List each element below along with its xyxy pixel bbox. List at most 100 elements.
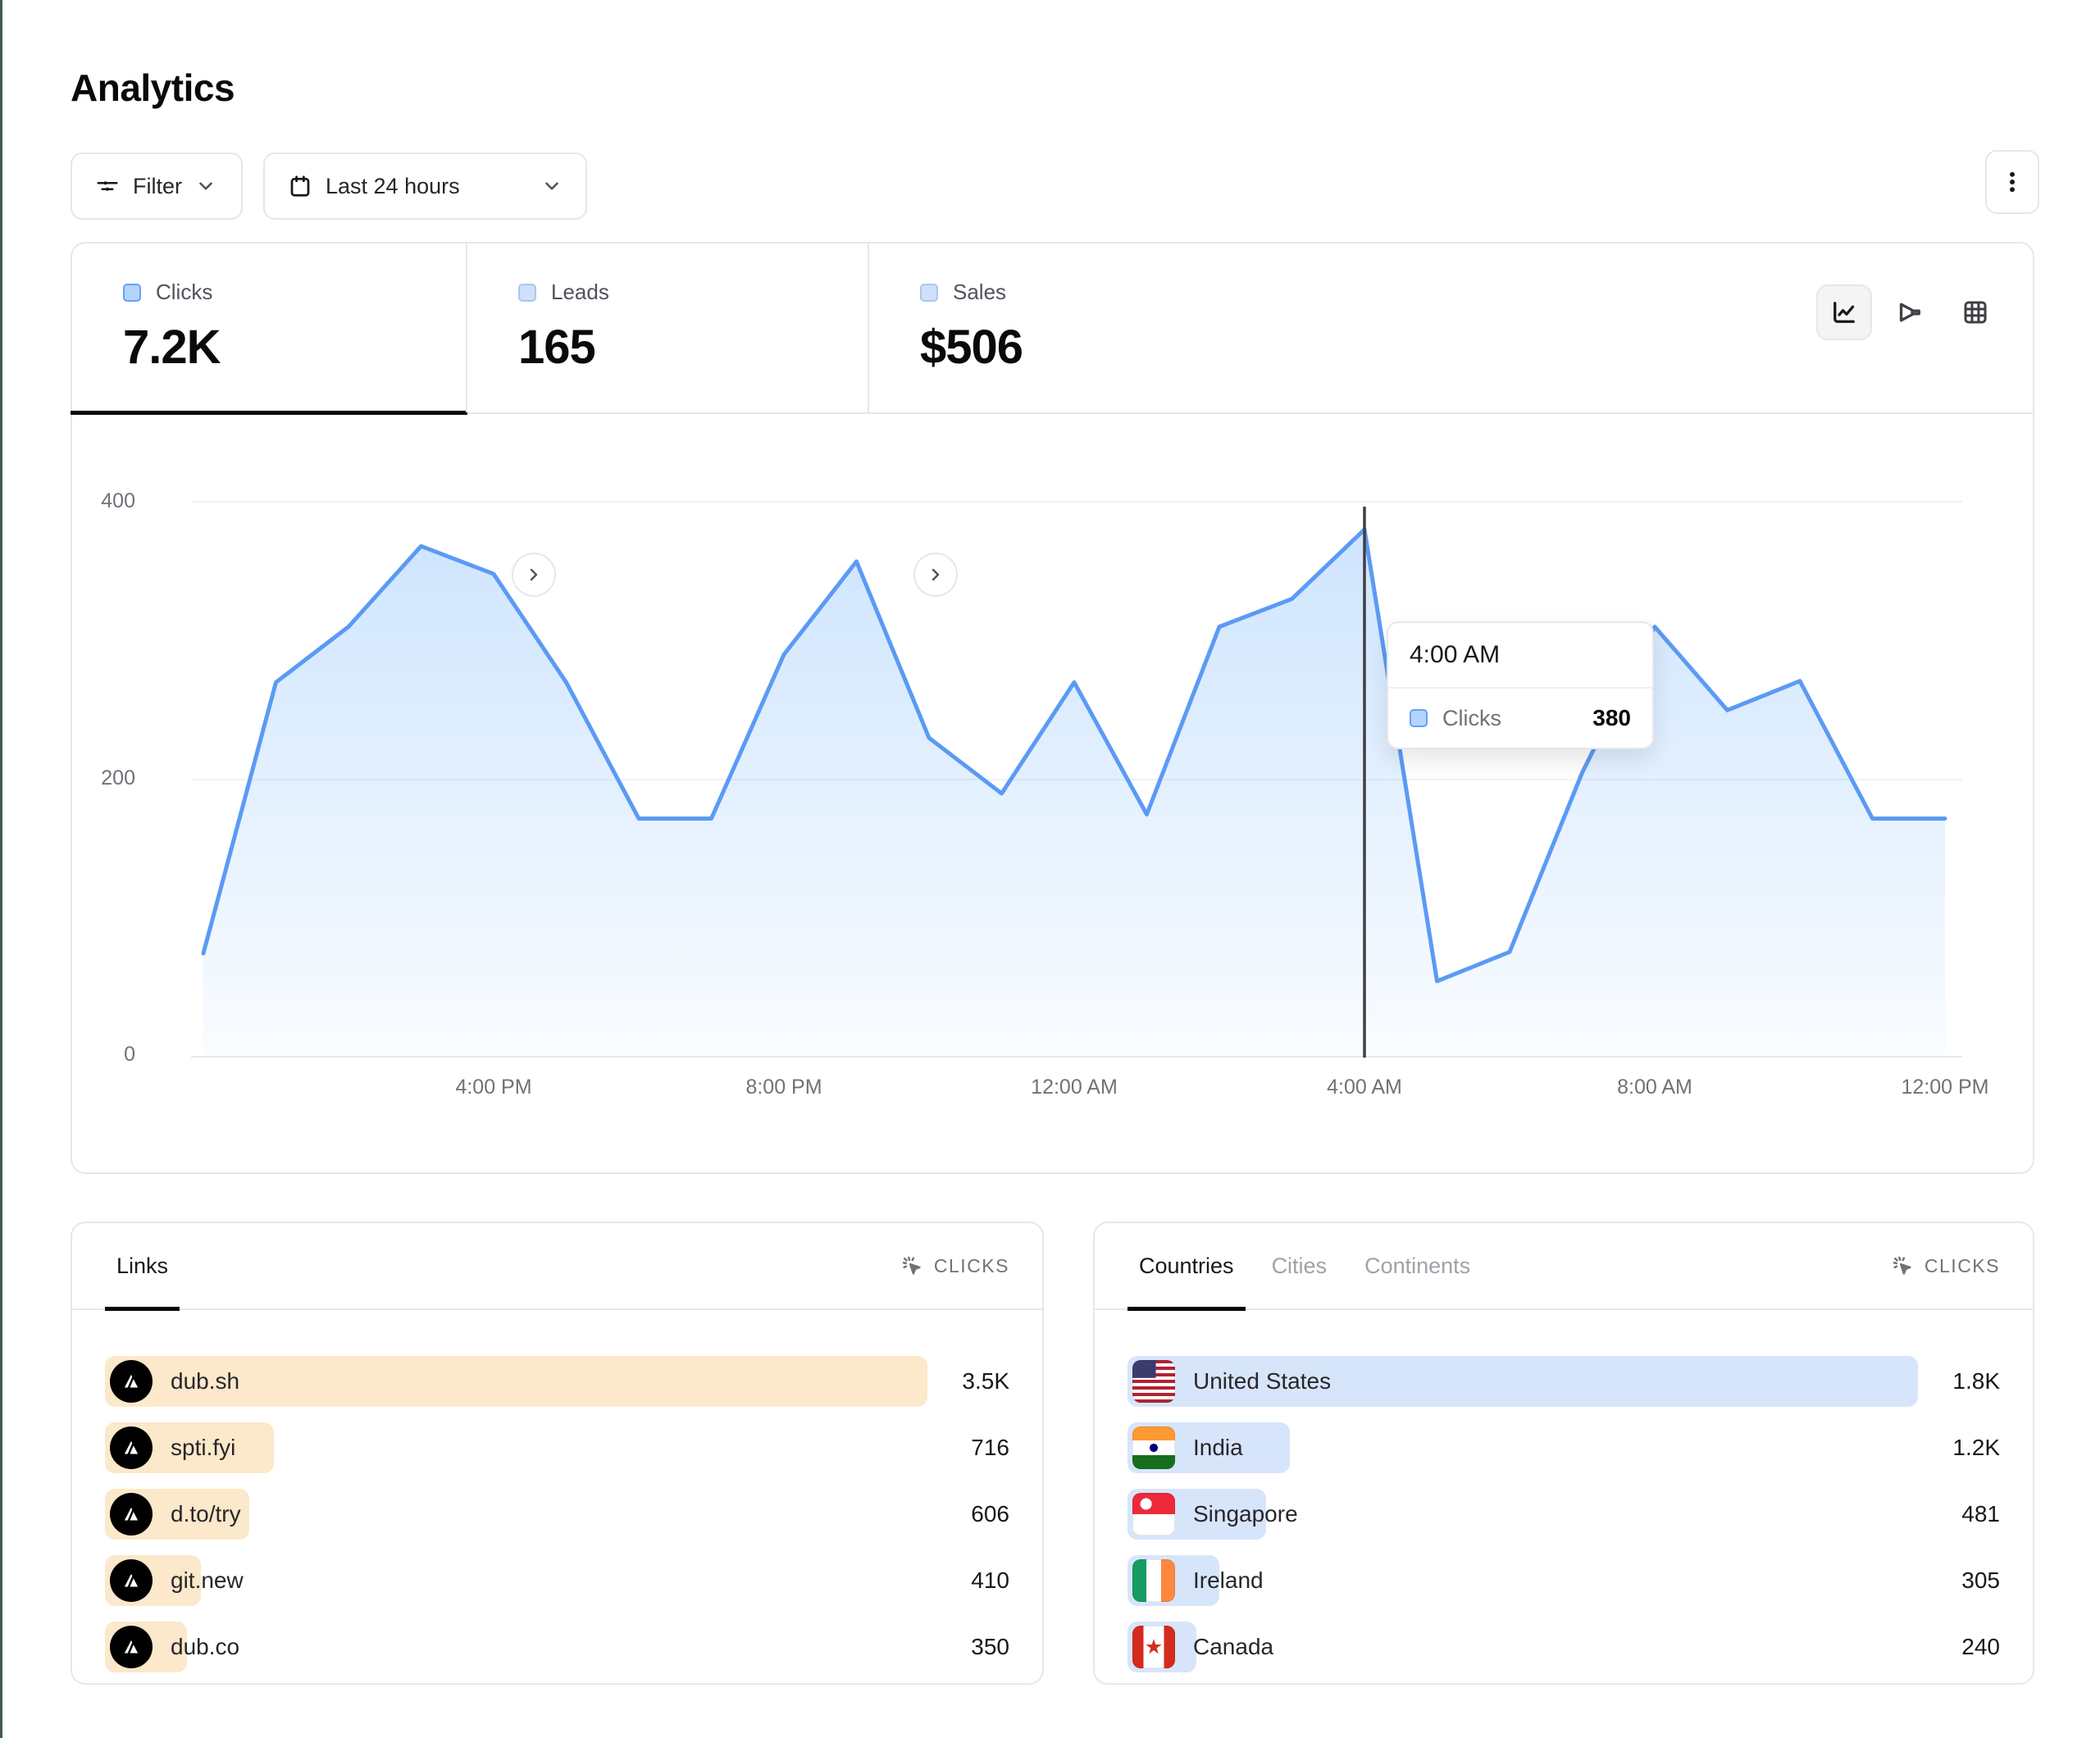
tooltip-time: 4:00 AM: [1388, 623, 1652, 689]
x-axis-tick: 4:00 AM: [1327, 1076, 1402, 1099]
tab-links[interactable]: Links: [116, 1223, 168, 1308]
table-toggle-button[interactable]: [1947, 284, 2003, 340]
x-axis-tick: 8:00 PM: [745, 1076, 822, 1099]
analytics-page: Analytics Filter Last 24 hours: [0, 0, 2100, 1738]
list-item[interactable]: Ireland 305: [1127, 1555, 2000, 1606]
list-item[interactable]: d.to/try606: [105, 1489, 1009, 1540]
geo-rows: United States1.8K India 1.2K Singapore 481 Ir…: [1127, 1356, 2000, 1672]
dub-logo-icon: [110, 1626, 153, 1668]
tooltip-series-label: Clicks: [1442, 706, 1578, 731]
x-axis-tick: 12:00 AM: [1031, 1076, 1118, 1099]
sales-value: $506: [920, 320, 1269, 375]
stats-row: Clicks 7.2K Leads 165 Sales $506: [72, 243, 2033, 414]
stat-label: Clicks: [156, 280, 212, 305]
stat-tab-leads[interactable]: Leads 165: [466, 243, 868, 412]
cursor-click-icon: [1890, 1253, 1915, 1278]
tab-cities[interactable]: Cities: [1272, 1223, 1328, 1308]
geo-metric-button[interactable]: CLICKS: [1890, 1253, 2000, 1278]
tab-label: Countries: [1139, 1253, 1234, 1279]
more-options-button[interactable]: [1985, 150, 2039, 214]
x-axis-tick: 4:00 PM: [455, 1076, 531, 1099]
links-metric-button[interactable]: CLICKS: [900, 1253, 1009, 1278]
row-value: 305: [1918, 1567, 2000, 1594]
row-label: Canada: [1193, 1634, 1273, 1660]
tooltip-series-swatch: [1410, 709, 1428, 727]
links-panel: Links CLICKS dub.sh 3.5K spti.fyi 716 d.to/t…: [71, 1222, 1044, 1685]
row-value: 240: [1918, 1634, 2000, 1660]
calendar-icon: [288, 174, 312, 198]
metric-label: CLICKS: [1925, 1255, 2000, 1277]
row-label: India: [1193, 1435, 1243, 1461]
page-title: Analytics: [71, 66, 235, 110]
funnel-chart-icon: [1895, 298, 1925, 327]
chevron-down-icon: [541, 175, 563, 197]
tab-label: Links: [116, 1253, 168, 1279]
date-range-select[interactable]: Last 24 hours: [263, 152, 587, 220]
filter-label: Filter: [133, 174, 182, 199]
x-axis-tick: 8:00 AM: [1617, 1076, 1692, 1099]
tooltip-value: 380: [1592, 705, 1631, 731]
sales-legend-swatch: [920, 284, 938, 302]
row-label: dub.sh: [171, 1368, 239, 1394]
clicks-area-chart[interactable]: [191, 459, 1962, 1058]
line-chart-icon: [1829, 298, 1859, 327]
row-label: spti.fyi: [171, 1435, 235, 1461]
flag-sg-icon: [1132, 1493, 1175, 1536]
filter-icon: [95, 174, 120, 198]
row-value: 716: [927, 1435, 1009, 1461]
flag-in-icon: [1132, 1426, 1175, 1469]
row-value: 1.8K: [1918, 1368, 2000, 1394]
list-item[interactable]: dub.sh 3.5K: [105, 1356, 1009, 1407]
list-item[interactable]: spti.fyi 716: [105, 1422, 1009, 1473]
dub-logo-icon: [110, 1426, 153, 1469]
row-value: 3.5K: [927, 1368, 1009, 1394]
flag-ie-icon: [1132, 1559, 1175, 1602]
list-item[interactable]: Canada 240: [1127, 1622, 2000, 1672]
kebab-menu-icon: [1998, 168, 2026, 196]
flag-ca-icon: [1132, 1626, 1175, 1668]
chart-tooltip: 4:00 AM Clicks 380: [1387, 621, 1654, 749]
tab-label: Continents: [1364, 1253, 1470, 1279]
cursor-click-icon: [900, 1253, 924, 1278]
x-axis: 4:00 PM8:00 PM12:00 AM4:00 AM8:00 AM12:0…: [191, 1076, 1962, 1108]
clicks-legend-swatch: [123, 284, 141, 302]
tab-countries[interactable]: Countries: [1139, 1223, 1234, 1308]
y-axis-tick: 200: [45, 767, 135, 790]
row-value: 1.2K: [1918, 1435, 2000, 1461]
row-label: d.to/try: [171, 1501, 241, 1527]
links-rows: dub.sh 3.5K spti.fyi 716 d.to/try606 git.new4…: [105, 1356, 1009, 1672]
table-icon: [1961, 298, 1990, 327]
filter-button[interactable]: Filter: [71, 152, 243, 220]
stat-label: Leads: [551, 280, 609, 305]
tab-label: Cities: [1272, 1253, 1328, 1279]
list-item[interactable]: India 1.2K: [1127, 1422, 2000, 1473]
clicks-value: 7.2K: [123, 320, 466, 375]
metric-label: CLICKS: [934, 1255, 1009, 1277]
geo-panel: Countries Cities Continents CLICKS Unite…: [1093, 1222, 2034, 1685]
chart-type-toggles: [1816, 284, 2003, 340]
stat-tab-sales[interactable]: Sales $506: [868, 243, 1269, 412]
leads-value: 165: [518, 320, 868, 375]
row-label: Singapore: [1193, 1501, 1298, 1527]
x-axis-tick: 12:00 PM: [1901, 1076, 1988, 1099]
list-item[interactable]: United States1.8K: [1127, 1356, 2000, 1407]
chevron-down-icon: [195, 175, 216, 197]
leads-legend-swatch: [518, 284, 536, 302]
list-item[interactable]: dub.co 350: [105, 1622, 1009, 1672]
y-axis-tick: 400: [45, 489, 135, 513]
stat-label: Sales: [953, 280, 1006, 305]
row-label: Ireland: [1193, 1567, 1264, 1594]
list-item[interactable]: Singapore 481: [1127, 1489, 2000, 1540]
tab-continents[interactable]: Continents: [1364, 1223, 1470, 1308]
stat-tab-clicks[interactable]: Clicks 7.2K: [72, 243, 466, 412]
date-range-label: Last 24 hours: [326, 174, 460, 199]
list-item[interactable]: git.new410: [105, 1555, 1009, 1606]
y-axis-tick: 0: [45, 1043, 135, 1067]
line-chart-toggle-button[interactable]: [1816, 284, 1872, 340]
funnel-chart-toggle-button[interactable]: [1882, 284, 1938, 340]
row-label: git.new: [171, 1567, 244, 1594]
row-label: dub.co: [171, 1634, 239, 1660]
row-value: 481: [1918, 1501, 2000, 1527]
area-fill: [203, 530, 1945, 1058]
row-value: 350: [927, 1634, 1009, 1660]
